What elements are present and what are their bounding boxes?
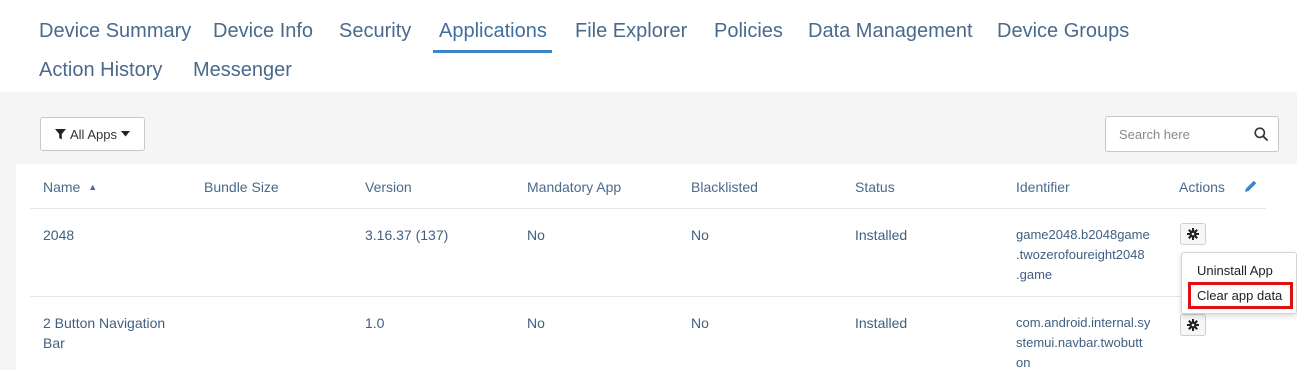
row-status: Installed [855,227,908,243]
menu-item-uninstall-app[interactable]: Uninstall App [1197,263,1273,278]
column-header-blacklisted[interactable]: Blacklisted [691,179,758,195]
tab-device-groups[interactable]: Device Groups [997,20,1129,43]
header-divider [30,208,1266,209]
tab-action-history[interactable]: Action History [39,59,162,82]
row-actions-gear-button[interactable] [1180,314,1206,336]
search-input[interactable] [1107,118,1247,150]
column-header-bundle-size[interactable]: Bundle Size [204,179,279,195]
header-label: Name [43,179,81,195]
sort-asc-icon: ▲ [88,182,98,192]
column-header-identifier[interactable]: Identifier [1016,179,1070,195]
tab-security[interactable]: Security [339,20,411,43]
tab-file-explorer[interactable]: File Explorer [575,20,687,43]
edit-columns-icon[interactable] [1244,179,1258,193]
row-blacklisted: No [691,227,709,243]
row-mandatory: No [527,315,545,331]
search-icon[interactable] [1254,127,1268,141]
tab-data-management[interactable]: Data Management [808,20,973,43]
row-status: Installed [855,315,908,331]
row-identifier: game2048.b2048game .twozerofoureight2048… [1016,227,1150,282]
tab-policies[interactable]: Policies [714,20,783,43]
highlight-box [1188,282,1293,309]
row-version: 1.0 [365,315,385,331]
caret-down-icon [120,131,130,137]
all-apps-filter-dropdown[interactable]: All Apps [40,117,145,151]
row-identifier: com.android.internal.sy stemui.navbar.tw… [1016,315,1151,370]
tab-bar: Device Summary Device Info Security Appl… [0,0,1297,92]
column-header-version[interactable]: Version [365,179,412,195]
column-header-actions: Actions [1179,179,1225,195]
tab-device-summary[interactable]: Device Summary [39,20,191,43]
filter-icon [55,128,66,139]
row-actions-gear-button[interactable] [1180,223,1206,245]
tab-device-info[interactable]: Device Info [213,20,313,43]
gear-icon [1187,228,1199,240]
column-header-mandatory-app[interactable]: Mandatory App [527,179,621,195]
row-name[interactable]: 2 Button Navigation Bar [43,313,165,353]
column-header-status[interactable]: Status [855,179,895,195]
tab-messenger[interactable]: Messenger [193,59,292,82]
gear-icon [1187,319,1199,331]
row-name[interactable]: 2048 [43,225,74,245]
tab-applications[interactable]: Applications [439,20,547,43]
search-box [1105,116,1279,152]
row-mandatory: No [527,227,545,243]
row-blacklisted: No [691,315,709,331]
active-tab-indicator [433,50,552,53]
column-header-name[interactable]: Name ▲ [43,179,97,195]
row-version: 3.16.37 (137) [365,227,449,243]
row-divider [30,296,1266,297]
filter-label: All Apps [70,126,117,142]
